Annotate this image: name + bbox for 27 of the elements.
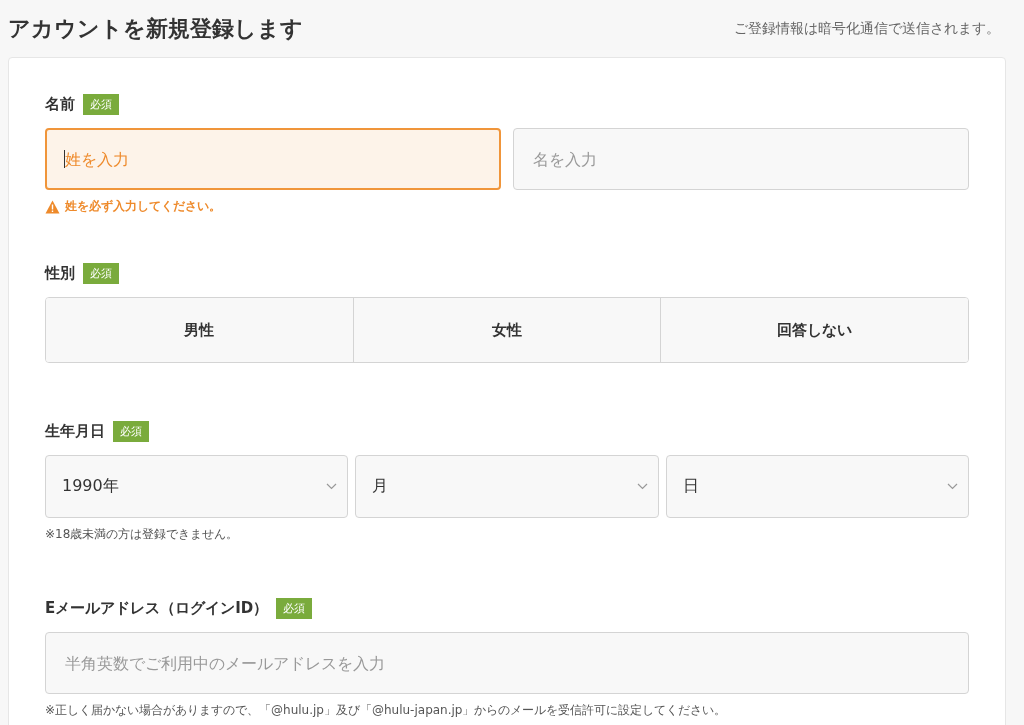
text-cursor [64,150,65,168]
field-label: 名前 [45,95,75,114]
gender-option[interactable]: 男性 [46,298,353,362]
gender-option[interactable]: 女性 [352,298,661,362]
error-message: 姓を必ず入力してください。 [65,198,221,215]
encryption-note: ご登録情報は暗号化通信で送信されます。 [734,19,1000,38]
chevron-down-icon [947,483,958,490]
chevron-down-icon [326,483,338,490]
dropdown-select[interactable]: 日 [665,455,969,518]
email-input[interactable]: 半角英数でご利用中のメールアドレスを入力 [45,632,969,694]
required-badge: 必須 [83,263,119,284]
email-note: ※正しく届かない場合がありますので、「@hulu.jp」及び「@hulu-japan.jp」からのメールを受信許可に設定してください。 [45,702,728,719]
page-title: アカウントを新規登録します [8,14,303,43]
gender-option[interactable]: 回答しない [660,298,968,362]
field-label: 性別 [45,264,75,283]
dropdown-select[interactable]: 1990年 [45,455,349,518]
warning-icon [45,199,60,214]
required-badge: 必須 [83,94,119,115]
age-note: ※18歳未満の方は登録できません。 [45,526,240,543]
required-badge: 必須 [276,598,313,619]
text-input[interactable]: 名を入力 [513,128,969,190]
dropdown-select[interactable]: 月 [355,455,659,518]
chevron-down-icon [636,483,648,490]
required-badge: 必須 [113,421,149,442]
field-label: Eメールアドレス（ログインID） [45,599,269,618]
text-input[interactable]: 姓を入力 [45,128,501,190]
field-label: 生年月日 [45,422,105,441]
